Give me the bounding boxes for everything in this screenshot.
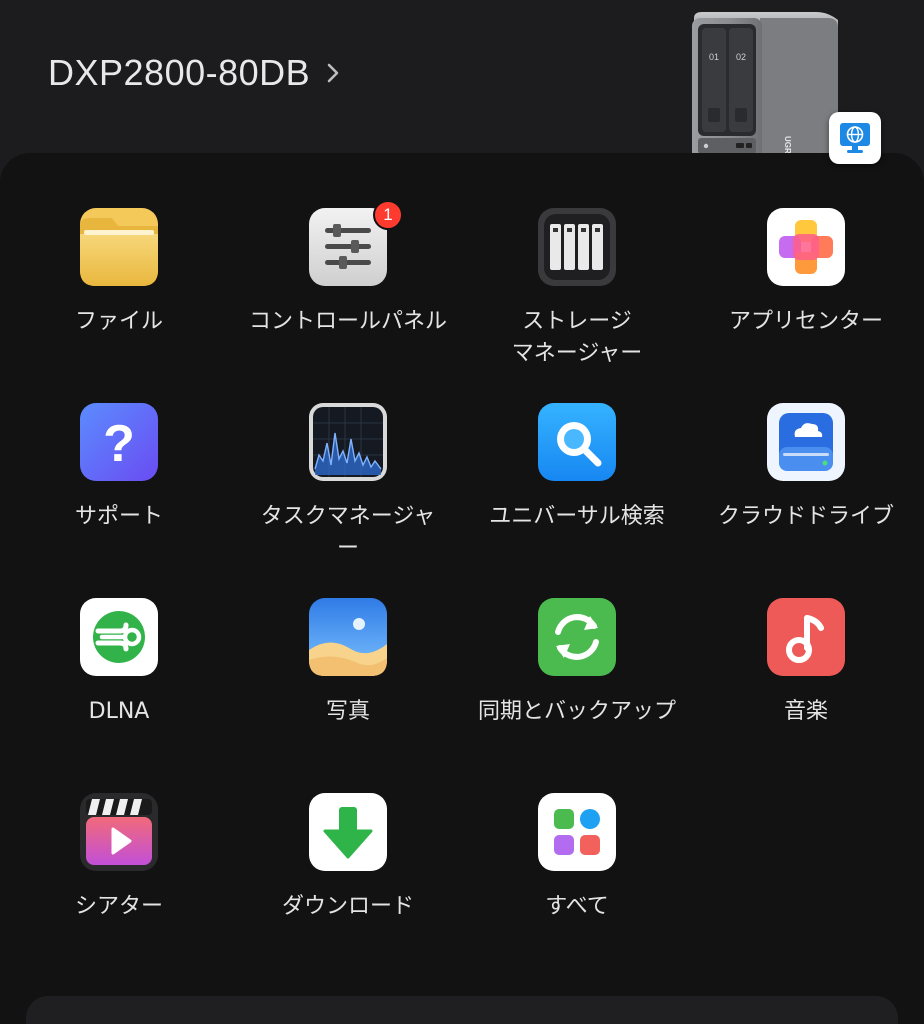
dlna-icon	[80, 598, 158, 676]
app-label: クラウドドライブ	[717, 504, 894, 529]
bay-2-label: 02	[736, 52, 746, 62]
cloud-drive-icon	[767, 403, 845, 481]
app-dlna[interactable]: DLNA	[4, 598, 234, 728]
app-storage-manager[interactable]: ストレージ マネージャー	[462, 208, 692, 370]
svg-text:?: ?	[103, 415, 135, 473]
app-all-apps[interactable]: すべて	[462, 793, 692, 923]
device-title-link[interactable]: DXP2800-80DB	[48, 52, 342, 94]
app-label: シアター	[74, 894, 163, 919]
app-control-panel[interactable]: 1 コントロールパネル	[233, 200, 463, 338]
search-icon	[538, 403, 616, 481]
app-label: すべて	[545, 894, 609, 919]
app-label: タスクマネージャ ー	[260, 504, 436, 561]
app-label: ストレージ マネージャー	[511, 309, 643, 366]
globe-monitor-icon	[840, 123, 870, 153]
app-cloud-drive[interactable]: クラウドドライブ	[691, 403, 921, 533]
app-label: サポート	[74, 504, 163, 529]
app-label: DLNA	[88, 699, 150, 724]
remote-access-button[interactable]	[829, 112, 881, 164]
app-label: コントロールパネル	[248, 309, 447, 334]
activity-graph-icon	[309, 403, 387, 481]
app-universal-search[interactable]: ユニバーサル検索	[462, 403, 692, 533]
download-arrow-icon	[309, 793, 387, 871]
clapperboard-icon	[80, 793, 158, 871]
storage-drives-icon	[538, 208, 616, 286]
app-label: 写真	[325, 699, 370, 724]
app-theater[interactable]: シアター	[4, 793, 234, 923]
app-label: ユニバーサル検索	[489, 504, 665, 529]
notification-badge: 1	[373, 200, 403, 230]
chevron-right-icon	[327, 63, 339, 83]
app-photos[interactable]: 写真	[233, 598, 463, 728]
bay-1-label: 01	[709, 52, 719, 62]
bottom-card	[26, 996, 898, 1024]
app-app-center[interactable]: アプリセンター	[691, 208, 921, 338]
app-task-manager[interactable]: タスクマネージャ ー	[233, 403, 463, 565]
app-label: アプリセンター	[728, 309, 883, 334]
app-sync-backup[interactable]: 同期とバックアップ	[462, 598, 692, 728]
app-label: ファイル	[74, 309, 163, 334]
app-center-icon	[767, 208, 845, 286]
sync-icon	[538, 598, 616, 676]
app-label: 音楽	[783, 699, 828, 724]
app-files[interactable]: ファイル	[4, 208, 234, 338]
app-music[interactable]: 音楽	[691, 598, 921, 728]
all-apps-icon	[538, 793, 616, 871]
app-download[interactable]: ダウンロード	[233, 793, 463, 923]
app-support[interactable]: ? サポート	[4, 403, 234, 533]
device-name: DXP2800-80DB	[48, 52, 311, 93]
music-note-icon	[767, 598, 845, 676]
question-icon: ?	[80, 403, 158, 481]
app-label: ダウンロード	[281, 894, 414, 919]
photo-icon	[309, 598, 387, 676]
app-label: 同期とバックアップ	[477, 699, 676, 724]
folder-icon	[80, 208, 158, 286]
control-sliders-icon: 1	[309, 200, 403, 286]
